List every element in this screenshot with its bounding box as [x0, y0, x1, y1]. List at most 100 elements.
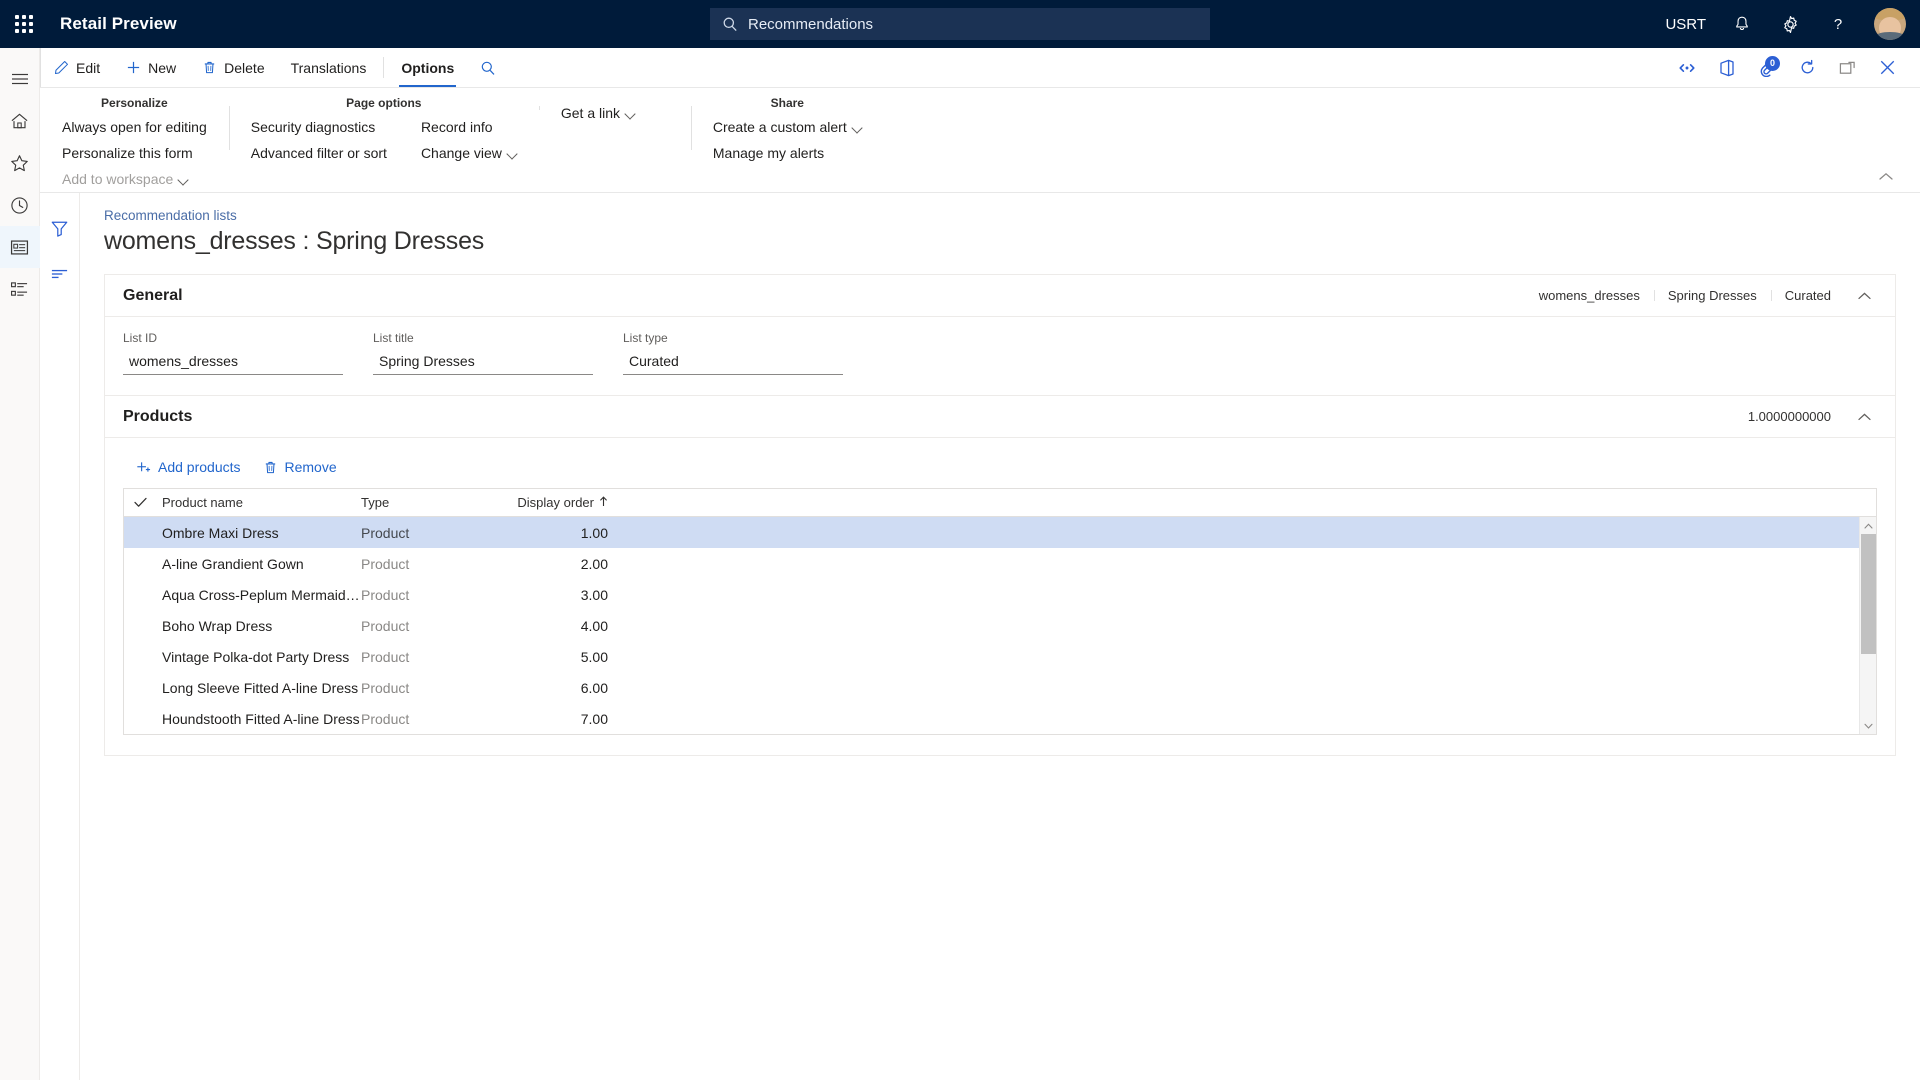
- scroll-up-chevron-up-icon[interactable]: [1860, 517, 1877, 534]
- change-view-link[interactable]: Change view: [415, 142, 523, 164]
- filter-funnel-icon[interactable]: [44, 213, 76, 243]
- select-all-checkmark-icon[interactable]: [124, 497, 156, 508]
- recent-clock-icon[interactable]: [0, 184, 40, 226]
- refresh-icon[interactable]: [1788, 48, 1826, 88]
- general-fasttab-body: List ID List title List type: [105, 317, 1895, 395]
- top-nav-right-group: USRT ?: [1655, 0, 1920, 48]
- table-row[interactable]: Houndstooth Fitted A-line Dress Product …: [124, 703, 1876, 734]
- gear-icon[interactable]: [1768, 0, 1812, 48]
- security-diagnostics-link[interactable]: Security diagnostics: [245, 116, 393, 138]
- office-app-icon[interactable]: [1708, 48, 1746, 88]
- ribbon-group-get-a-link: Get a link: [538, 96, 691, 124]
- new-button[interactable]: New: [113, 48, 189, 87]
- products-grid-rows: Ombre Maxi Dress Product 1.00 A-line Gra…: [124, 517, 1876, 734]
- command-bar-buttons: Edit New Delete Translations Options: [40, 48, 509, 87]
- attach-link-icon[interactable]: [1668, 48, 1706, 88]
- ribbon-link-label: Add to workspace: [62, 171, 174, 187]
- workspaces-icon[interactable]: [0, 226, 40, 268]
- personalize-this-form-link[interactable]: Personalize this form: [56, 142, 213, 164]
- related-info-lines-icon[interactable]: [44, 259, 76, 289]
- form-side-rail: [40, 193, 80, 1080]
- advanced-filter-or-sort-link[interactable]: Advanced filter or sort: [245, 142, 393, 164]
- page-title: womens_dresses : Spring Dresses: [104, 227, 485, 255]
- scroll-down-chevron-down-icon[interactable]: [1860, 717, 1877, 734]
- options-tab-label: Options: [401, 59, 455, 76]
- general-fasttab-header[interactable]: General womens_dresses Spring Dresses Cu…: [105, 275, 1895, 317]
- global-search-text: Recommendations: [748, 15, 874, 33]
- chevron-down-icon: [853, 123, 862, 132]
- products-collapse-chevron-up-icon[interactable]: [1851, 404, 1877, 430]
- scrollbar-thumb[interactable]: [1860, 534, 1876, 654]
- edit-button[interactable]: Edit: [41, 48, 113, 87]
- column-header-type[interactable]: Type: [361, 495, 511, 510]
- table-row[interactable]: A-line Grandient Gown Product 2.00: [124, 548, 1876, 579]
- table-row[interactable]: Ombre Maxi Dress Product 1.00: [124, 517, 1876, 548]
- list-type-label: List type: [623, 331, 668, 345]
- ribbon-link-label: Always open for editing: [62, 119, 207, 135]
- search-icon: [722, 16, 738, 32]
- translations-button[interactable]: Translations: [278, 48, 380, 87]
- popout-window-icon[interactable]: [1828, 48, 1866, 88]
- products-fasttab-header[interactable]: Products 1.0000000000: [105, 396, 1895, 438]
- cell-display-order: 1.00: [580, 524, 608, 541]
- ribbon-group-title: Share: [770, 96, 804, 110]
- attachments-badge-count: 0: [1765, 55, 1780, 71]
- pencil-icon: [54, 60, 69, 75]
- column-header-display-order[interactable]: Display order: [511, 495, 616, 510]
- table-row[interactable]: Vintage Polka-dot Party Dress Product 5.…: [124, 641, 1876, 672]
- table-row[interactable]: Long Sleeve Fitted A-line Dress Product …: [124, 672, 1876, 703]
- column-header-product-name[interactable]: Product name: [156, 495, 361, 510]
- home-icon[interactable]: [0, 100, 40, 142]
- modules-list-icon[interactable]: [0, 268, 40, 310]
- cell-product-name: A-line Grandient Gown: [162, 555, 304, 572]
- cell-display-order: 4.00: [580, 617, 608, 634]
- delete-button-label: Delete: [224, 59, 265, 76]
- create-a-custom-alert-link[interactable]: Create a custom alert: [707, 116, 868, 138]
- options-tab[interactable]: Options: [388, 48, 467, 87]
- attachments-icon[interactable]: 0: [1748, 48, 1786, 88]
- collapse-ribbon-chevron-up-icon[interactable]: [1874, 166, 1898, 186]
- chevron-down-icon: [179, 175, 188, 184]
- list-type-input[interactable]: [623, 349, 843, 375]
- ribbon-link-label: Security diagnostics: [250, 119, 376, 135]
- cell-type: Product: [361, 648, 410, 665]
- manage-my-alerts-link[interactable]: Manage my alerts: [707, 142, 868, 164]
- add-to-workspace-link[interactable]: Add to workspace: [56, 168, 213, 190]
- translations-button-label: Translations: [290, 59, 367, 76]
- grid-toolbar: Add products Remove: [123, 452, 1877, 488]
- chevron-down-icon: [508, 149, 517, 158]
- list-title-input[interactable]: [373, 349, 593, 375]
- bell-icon[interactable]: [1720, 0, 1764, 48]
- table-row[interactable]: Boho Wrap Dress Product 4.00: [124, 610, 1876, 641]
- general-field-row: List ID List title List type: [123, 331, 1877, 375]
- company-selector[interactable]: USRT: [1655, 0, 1716, 48]
- hamburger-menu-icon[interactable]: [0, 58, 40, 100]
- list-id-field: List ID: [123, 331, 343, 375]
- cell-type: Product: [361, 617, 410, 634]
- general-collapse-chevron-up-icon[interactable]: [1851, 283, 1877, 309]
- get-a-link-link[interactable]: Get a link: [555, 102, 641, 124]
- close-icon[interactable]: [1868, 48, 1906, 88]
- scrollbar-track[interactable]: [1860, 534, 1877, 717]
- app-launcher-icon[interactable]: [0, 0, 48, 48]
- user-avatar[interactable]: [1874, 8, 1906, 40]
- cell-display-order: 2.00: [580, 555, 608, 572]
- ribbon-link-label: Advanced filter or sort: [250, 145, 387, 161]
- record-info-link[interactable]: Record info: [415, 116, 523, 138]
- products-fasttab: Products 1.0000000000 Add products Remov…: [104, 395, 1896, 756]
- column-header-display-order-label: Display order: [517, 495, 594, 510]
- remove-button[interactable]: Remove: [254, 454, 346, 480]
- question-mark-icon[interactable]: ?: [1816, 0, 1860, 48]
- cell-display-order: 3.00: [580, 586, 608, 603]
- add-products-button[interactable]: Add products: [127, 454, 250, 480]
- favorites-star-icon[interactable]: [0, 142, 40, 184]
- delete-button[interactable]: Delete: [189, 48, 277, 87]
- command-search-icon[interactable]: [467, 48, 509, 87]
- global-search-input[interactable]: Recommendations: [710, 8, 1210, 40]
- list-id-input[interactable]: [123, 349, 343, 375]
- table-row[interactable]: Aqua Cross-Peplum Mermaid G... Product 3…: [124, 579, 1876, 610]
- grid-vertical-scrollbar[interactable]: [1859, 517, 1876, 734]
- remove-label: Remove: [284, 459, 337, 475]
- always-open-for-editing-link[interactable]: Always open for editing: [56, 116, 213, 138]
- breadcrumb[interactable]: Recommendation lists: [104, 208, 237, 223]
